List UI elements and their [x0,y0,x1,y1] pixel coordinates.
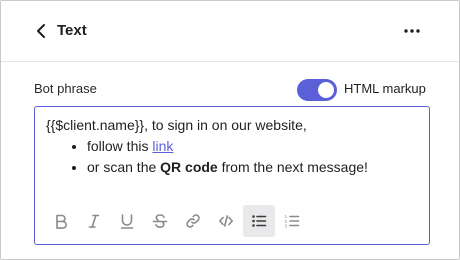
more-options-button[interactable] [399,21,425,41]
code-icon [218,215,233,227]
numbered-list-icon: 1 2 3 [285,214,300,229]
numbered-list-button[interactable]: 1 2 3 [276,205,308,237]
strikethrough-button[interactable] [144,205,176,237]
list-item-text: or scan the [87,159,161,175]
bold-icon [56,214,67,229]
panel-header: Text [1,1,459,62]
toggle-knob [318,82,334,98]
italic-button[interactable] [78,205,110,237]
bullet-list: follow this link or scan the QR code fro… [46,136,419,178]
svg-text:3: 3 [285,224,288,229]
formatting-toolbar: 1 2 3 [45,205,309,237]
list-item: or scan the QR code from the next messag… [87,157,419,178]
bulleted-list-button[interactable] [243,205,275,237]
italic-icon [88,214,100,228]
bulleted-list-icon [252,215,267,227]
panel-title: Text [57,22,87,39]
chevron-left-icon [37,24,45,38]
bot-phrase-editor[interactable]: {{$client.name}}, to sign in on our webs… [34,106,430,245]
underline-button[interactable] [111,205,143,237]
intro-line: {{$client.name}}, to sign in on our webs… [46,115,419,136]
bold-button[interactable] [45,205,77,237]
underline-icon [120,214,134,229]
back-button[interactable] [31,20,51,42]
list-item: follow this link [87,136,419,157]
text-block-panel: Text Bot phrase HTML markup {{$client.na… [0,0,460,260]
intro-text: , to sign in on our website, [144,117,307,133]
bot-phrase-label: Bot phrase [34,81,97,96]
more-horizontal-icon [404,29,420,33]
client-name-variable: {{$client.name}} [46,117,145,133]
list-item-text: from the next message! [217,159,368,175]
bold-text: QR code [160,159,218,175]
strikethrough-icon [152,214,168,229]
link-icon [186,214,200,228]
html-markup-toggle[interactable] [297,79,337,101]
link-text[interactable]: link [152,138,173,154]
html-markup-label: HTML markup [344,81,426,96]
editor-content[interactable]: {{$client.name}}, to sign in on our webs… [46,115,419,178]
code-button[interactable] [210,205,242,237]
list-item-text: follow this [87,138,153,154]
insert-link-button[interactable] [177,205,209,237]
